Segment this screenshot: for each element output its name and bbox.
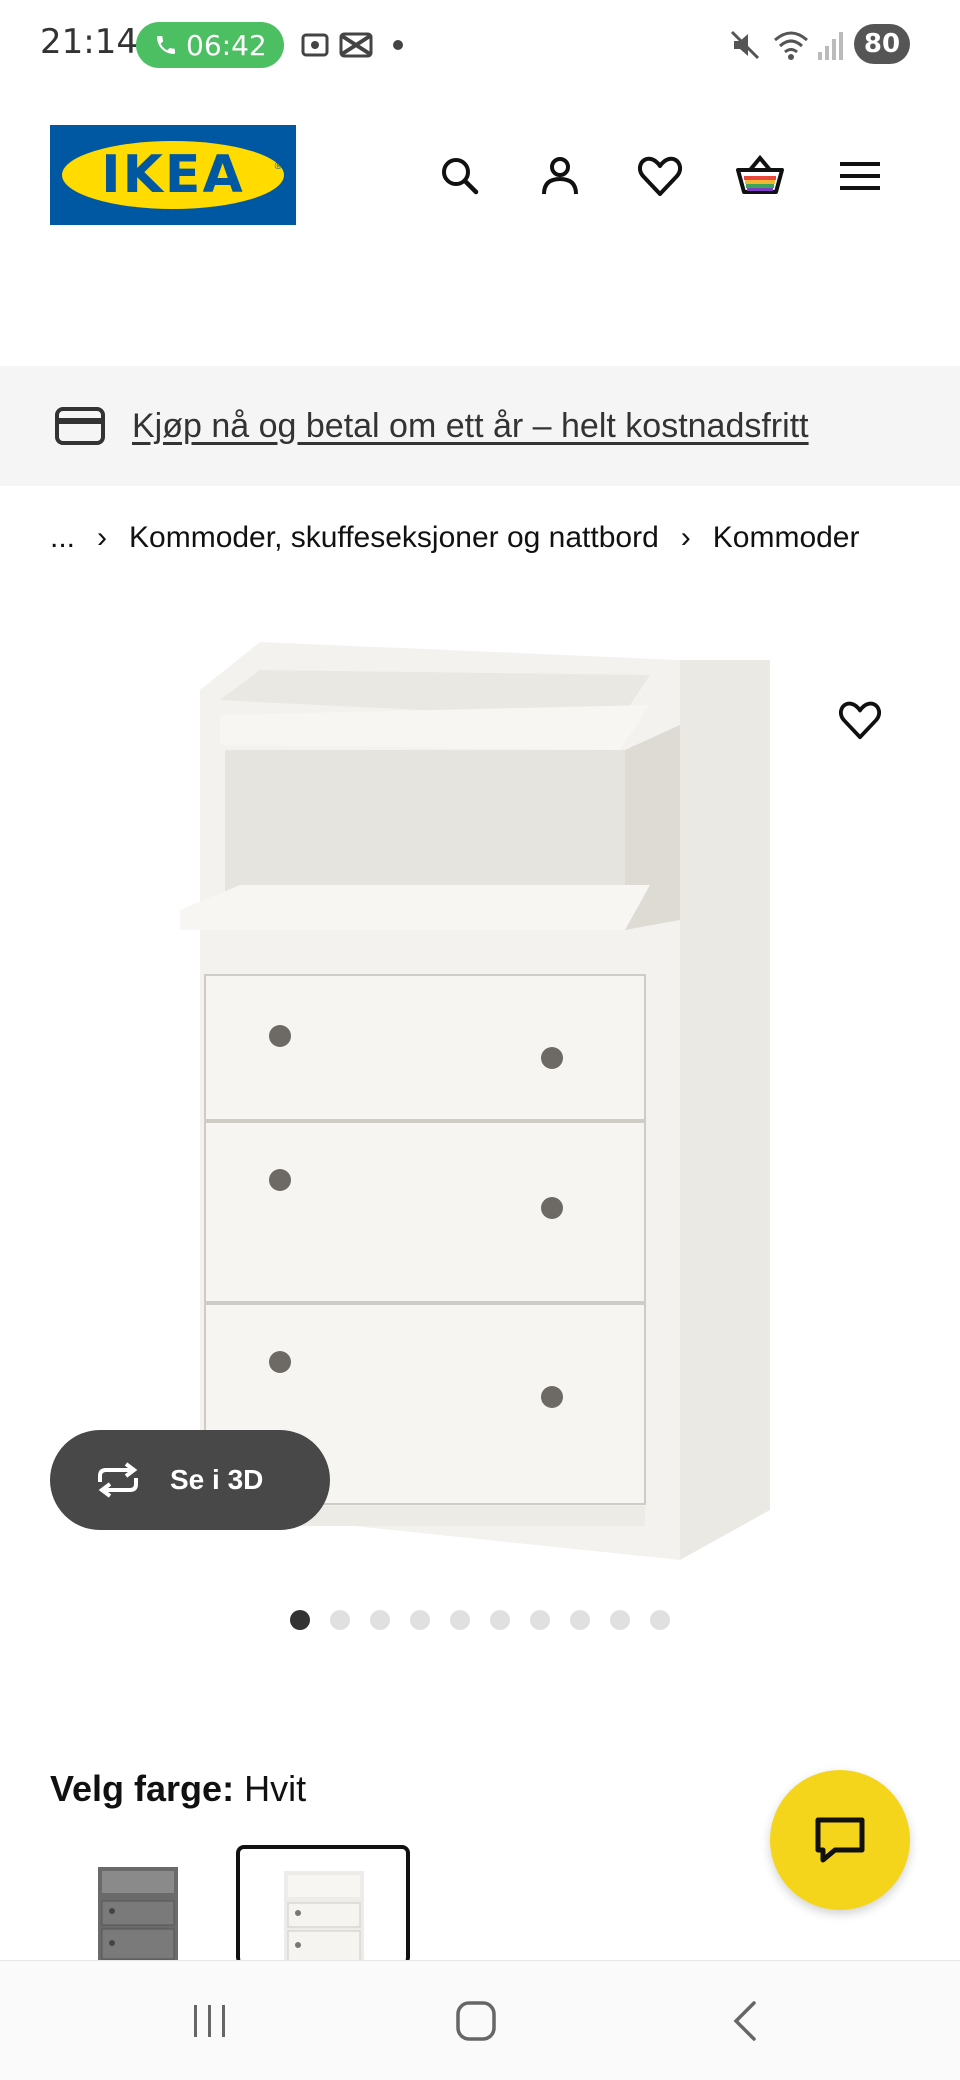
heart-icon	[839, 701, 881, 740]
credit-card-icon	[55, 407, 105, 445]
back-button[interactable]	[706, 1991, 786, 2051]
call-indicator[interactable]: 06:42	[136, 22, 284, 68]
breadcrumb-ellipsis[interactable]: ...	[50, 521, 75, 555]
promo-link[interactable]: Kjøp nå og betal om ett år – helt kostna…	[132, 407, 809, 446]
chat-icon	[815, 1817, 865, 1863]
wifi-icon	[774, 31, 808, 60]
menu-button[interactable]	[830, 146, 890, 206]
promo-banner[interactable]: Kjøp nå og betal om ett år – helt kostna…	[0, 366, 960, 486]
color-label-prefix: Velg farge:	[50, 1768, 235, 1809]
mute-icon	[730, 30, 760, 60]
breadcrumb-item[interactable]: Kommoder	[713, 521, 860, 555]
ikea-logo[interactable]: IKEA ®	[50, 125, 296, 225]
view-in-3d-button[interactable]: Se i 3D	[50, 1430, 330, 1530]
phone-icon	[157, 36, 175, 54]
chat-button[interactable]	[770, 1770, 910, 1910]
carousel-dot[interactable]	[490, 1610, 510, 1630]
rotate-3d-icon	[98, 1462, 138, 1498]
account-icon	[542, 157, 578, 195]
battery-indicator: 80	[854, 24, 910, 64]
capcut-icon	[339, 32, 373, 58]
carousel-dot[interactable]	[610, 1610, 630, 1630]
signal-icon	[818, 32, 843, 60]
product-image[interactable]	[180, 630, 780, 1570]
home-button[interactable]	[436, 1991, 516, 2051]
carousel-dot[interactable]	[530, 1610, 550, 1630]
status-bar: 21:14 06:42 80	[0, 0, 960, 92]
account-button[interactable]	[530, 146, 590, 206]
cart-button[interactable]	[730, 146, 790, 206]
site-header: IKEA ®	[0, 120, 960, 230]
breadcrumb: ... › Kommoder, skuffeseksjoner og nattb…	[50, 518, 859, 558]
recent-apps-button[interactable]	[170, 1991, 250, 2051]
wishlist-icon	[638, 156, 682, 196]
call-timer: 06:42	[186, 28, 267, 62]
home-icon	[456, 2001, 496, 2041]
carousel-dot[interactable]	[450, 1610, 470, 1630]
chevron-right-icon: ›	[680, 521, 691, 554]
color-selector-label: Velg farge: Hvit	[50, 1768, 306, 1810]
menu-icon	[840, 162, 880, 190]
breadcrumb-item[interactable]: Kommoder, skuffeseksjoner og nattbord	[129, 521, 659, 555]
selected-color-value: Hvit	[244, 1768, 307, 1809]
view-in-3d-label: Se i 3D	[170, 1464, 264, 1495]
screenshot-icon	[301, 33, 329, 57]
carousel-dot[interactable]	[330, 1610, 350, 1630]
back-icon	[733, 2001, 756, 2041]
color-option-grey[interactable]	[50, 1845, 224, 1965]
carousel-dot[interactable]	[650, 1610, 670, 1630]
add-to-favorites-button[interactable]	[830, 690, 890, 750]
wishlist-button[interactable]	[630, 146, 690, 206]
notification-dot	[393, 40, 403, 50]
cart-icon	[736, 154, 784, 194]
carousel-dot[interactable]	[370, 1610, 390, 1630]
image-carousel-dots	[290, 1610, 690, 1630]
logo-text: IKEA	[101, 145, 245, 205]
carousel-dot[interactable]	[290, 1610, 310, 1630]
search-button[interactable]	[430, 146, 490, 206]
search-icon	[442, 158, 479, 195]
carousel-dot[interactable]	[570, 1610, 590, 1630]
carousel-dot[interactable]	[410, 1610, 430, 1630]
chevron-right-icon: ›	[97, 521, 108, 554]
color-option-white[interactable]	[236, 1845, 410, 1965]
status-time: 21:14	[40, 22, 138, 62]
android-nav-bar	[0, 1960, 960, 2080]
recent-apps-icon	[194, 2005, 225, 2037]
